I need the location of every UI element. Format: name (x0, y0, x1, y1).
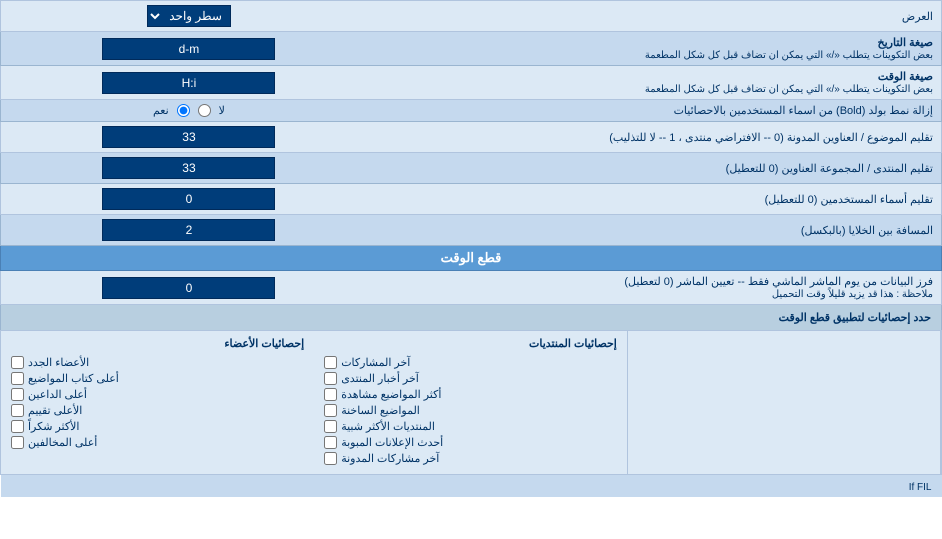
forum-title-input-cell (1, 153, 377, 184)
user-names-input[interactable] (102, 188, 275, 210)
checkbox-posts-3: المواضيع الساخنة (324, 404, 617, 417)
checkbox-members-0-input[interactable] (11, 356, 24, 369)
user-names-input-cell (1, 184, 377, 215)
checkbox-posts-4: المنتديات الأكثر شبية (324, 420, 617, 433)
checkbox-posts-2-input[interactable] (324, 388, 337, 401)
checkbox-members-3: الأعلى تقييم (11, 404, 304, 417)
date-format-input-cell (1, 32, 377, 66)
date-format-input[interactable] (102, 38, 275, 60)
checkbox-posts-4-label: المنتديات الأكثر شبية (341, 420, 435, 433)
bold-remove-input-cell: نعم لا (1, 100, 377, 122)
time-format-input-cell (1, 66, 377, 100)
checkbox-posts-6-label: آخر مشاركات المدونة (341, 452, 439, 465)
cell-spacing-input[interactable] (102, 219, 275, 241)
bold-remove-yes-radio[interactable] (177, 104, 190, 117)
checkbox-members-1: أعلى كتاب المواضيع (11, 372, 304, 385)
checkbox-posts-2: أكثر المواضيع مشاهدة (324, 388, 617, 401)
bold-remove-label: إزالة نمط بولد (Bold) من اسماء المستخدمي… (377, 100, 942, 122)
checkbox-members-5-input[interactable] (11, 436, 24, 449)
checkbox-posts-1-label: آخر أخبار المنتدى (341, 372, 419, 385)
topic-title-input-cell (1, 122, 377, 153)
cut-time-input-cell (1, 271, 377, 305)
stats-apply-label: حدد إحصائيات لتطبيق قطع الوقت (1, 305, 942, 331)
time-format-input[interactable] (102, 72, 275, 94)
cut-time-label: فرز البيانات من يوم الماشر الماشي فقط --… (377, 271, 942, 305)
bold-remove-no-radio[interactable] (198, 104, 211, 117)
posts-stats-title: إحصائيات المنتديات (324, 337, 617, 350)
checkbox-members-3-label: الأعلى تقييم (28, 404, 82, 417)
cell-spacing-label: المسافة بين الخلايا (بالبكسل) (377, 215, 942, 246)
topic-title-label: تقليم الموضوع / العناوين المدونة (0 -- ا… (377, 122, 942, 153)
bottom-note: If FIL (1, 475, 942, 498)
cut-time-input[interactable] (102, 277, 275, 299)
checkbox-posts-0: آخر المشاركات (324, 356, 617, 369)
forum-title-label: تقليم المنتدى / المجموعة العناوين (0 للت… (377, 153, 942, 184)
forum-title-input[interactable] (102, 157, 275, 179)
members-stats-title: إحصائيات الأعضاء (11, 337, 304, 350)
checkbox-members-3-input[interactable] (11, 404, 24, 417)
checkbox-posts-0-label: آخر المشاركات (341, 356, 410, 369)
display-input-cell: سطر واحد سطرين ثلاثة أسطر (1, 1, 377, 32)
checkbox-members-5-label: أعلى المخالفين (28, 436, 97, 449)
date-format-label: صيغة التاريخ بعض التكوينات يتطلب «/» الت… (377, 32, 942, 66)
cell-spacing-input-cell (1, 215, 377, 246)
checkbox-posts-6-input[interactable] (324, 452, 337, 465)
checkbox-posts-1: آخر أخبار المنتدى (324, 372, 617, 385)
checkbox-posts-5-label: أحدث الإعلانات المبوبة (341, 436, 443, 449)
display-select[interactable]: سطر واحد سطرين ثلاثة أسطر (147, 5, 231, 27)
checkbox-members-4-input[interactable] (11, 420, 24, 433)
checkbox-posts-5-input[interactable] (324, 436, 337, 449)
checkbox-members-1-label: أعلى كتاب المواضيع (28, 372, 119, 385)
checkbox-posts-3-label: المواضيع الساخنة (341, 404, 420, 417)
checkbox-members-2-label: أعلى الداعين (28, 388, 87, 401)
members-stats-section: إحصائيات الأعضاء الأعضاء الجدد أعلى كتاب… (1, 331, 314, 474)
checkbox-members-4: الأكثر شكراً (11, 420, 304, 433)
display-label: العرض (377, 1, 942, 32)
checkbox-posts-0-input[interactable] (324, 356, 337, 369)
bold-remove-no-label: لا (219, 104, 225, 117)
checkbox-members-1-input[interactable] (11, 372, 24, 385)
checkbox-members-2-input[interactable] (11, 388, 24, 401)
checkbox-members-0: الأعضاء الجدد (11, 356, 304, 369)
checkbox-members-0-label: الأعضاء الجدد (28, 356, 89, 369)
bold-remove-yes-label: نعم (153, 104, 169, 117)
user-names-label: تقليم أسماء المستخدمين (0 للتعطيل) (377, 184, 942, 215)
posts-stats-section: إحصائيات المنتديات آخر المشاركات آخر أخب… (314, 331, 627, 474)
checkbox-posts-4-input[interactable] (324, 420, 337, 433)
checkbox-posts-5: أحدث الإعلانات المبوبة (324, 436, 617, 449)
time-format-label: صيغة الوقت بعض التكوينات يتطلب «/» التي … (377, 66, 942, 100)
checkbox-posts-2-label: أكثر المواضيع مشاهدة (341, 388, 441, 401)
checkbox-members-5: أعلى المخالفين (11, 436, 304, 449)
checkbox-members-2: أعلى الداعين (11, 388, 304, 401)
checkbox-posts-1-input[interactable] (324, 372, 337, 385)
checkbox-posts-6: آخر مشاركات المدونة (324, 452, 617, 465)
empty-left-section (627, 331, 940, 474)
cut-time-section-header: قطع الوقت (1, 246, 942, 271)
checkbox-posts-3-input[interactable] (324, 404, 337, 417)
bold-remove-radio-group: نعم لا (9, 104, 369, 117)
checkbox-members-4-label: الأكثر شكراً (28, 420, 79, 433)
topic-title-input[interactable] (102, 126, 275, 148)
